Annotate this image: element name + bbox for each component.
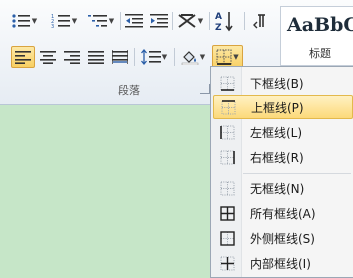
no-border-icon <box>220 181 234 195</box>
numbering-button[interactable]: 1 2 3 ▼ <box>46 10 82 32</box>
menu-item-label: 外侧框线(S) <box>250 231 315 246</box>
style-quick-normal[interactable]: AaBbC 标题 <box>280 6 353 66</box>
chinese-layout-icon <box>178 14 196 28</box>
decrease-indent-icon <box>125 14 143 28</box>
paint-bucket-icon <box>181 51 199 65</box>
separator <box>120 12 121 30</box>
align-left-icon <box>15 51 31 64</box>
align-right-icon <box>64 51 80 64</box>
menu-separator <box>243 173 351 174</box>
menu-item-top-border[interactable]: 上框线(P) <box>213 95 353 119</box>
align-center-icon <box>40 51 56 64</box>
dropdown-arrow-icon: ▼ <box>161 53 168 61</box>
menu-item-label: 内部框线(I) <box>250 256 311 271</box>
menu-item-label: 下框线(B) <box>250 76 304 91</box>
menu-item-left-border[interactable]: 左框线(L) <box>213 120 353 144</box>
menu-item-label: 左框线(L) <box>250 125 303 140</box>
distributed-icon <box>112 50 128 64</box>
multilevel-list-button[interactable]: ▼ <box>84 10 118 32</box>
increase-indent-button[interactable] <box>148 10 170 32</box>
numbered-list-icon: 1 2 3 <box>51 14 70 29</box>
menu-item-label: 无框线(N) <box>250 181 305 196</box>
sort-button[interactable]: A Z <box>213 8 237 34</box>
svg-text:Z: Z <box>215 23 222 32</box>
menu-item-bottom-border[interactable]: 下框线(B) <box>213 71 353 95</box>
paragraph-dialog-launcher[interactable] <box>200 84 210 94</box>
left-border-icon <box>219 125 234 139</box>
dropdown-arrow-icon: ▼ <box>197 17 204 25</box>
chinese-layout-button[interactable]: ▼ <box>175 10 205 32</box>
dropdown-arrow-icon: ▼ <box>108 17 115 25</box>
line-spacing-button[interactable]: ▼ <box>138 46 170 68</box>
multilevel-list-icon <box>87 15 107 27</box>
borders-dropdown-menu: 下框线(B) 上框线(P) 左框线(L) 右框线(R) 无框线(N) 所有框线(… <box>210 66 353 278</box>
top-border-icon <box>221 99 235 114</box>
paragraph-mark-icon <box>253 14 265 29</box>
bullet-list-icon <box>12 14 30 28</box>
separator <box>209 12 210 30</box>
distributed-button[interactable] <box>108 46 132 68</box>
line-spacing-icon <box>140 49 161 65</box>
right-border-icon <box>220 150 235 164</box>
justify-icon <box>88 51 104 64</box>
svg-text:3: 3 <box>51 24 54 29</box>
dropdown-arrow-icon: ▼ <box>71 17 78 25</box>
paragraph-group-label: 段落 <box>118 84 140 97</box>
menu-item-all-borders[interactable]: 所有框线(A) <box>213 201 353 225</box>
style-sample-text: AaBbC <box>287 14 353 36</box>
decrease-indent-button[interactable] <box>123 10 145 32</box>
dropdown-arrow-icon: ▼ <box>199 53 206 61</box>
justify-button[interactable] <box>84 46 108 68</box>
increase-indent-icon <box>150 14 168 28</box>
separator <box>172 12 173 30</box>
show-paragraph-marks-button[interactable] <box>249 10 271 32</box>
all-borders-icon <box>219 205 235 221</box>
inside-borders-icon <box>220 256 234 270</box>
bullets-button[interactable]: ▼ <box>6 10 42 32</box>
document-area[interactable] <box>0 105 210 278</box>
separator <box>174 48 175 66</box>
align-center-button[interactable] <box>36 46 60 68</box>
align-left-button[interactable] <box>11 46 35 68</box>
menu-item-outside-borders[interactable]: 外侧框线(S) <box>213 226 353 250</box>
bottom-border-icon <box>220 76 234 91</box>
menu-item-right-border[interactable]: 右框线(R) <box>213 145 353 169</box>
menu-item-label: 上框线(P) <box>251 100 304 115</box>
style-name-label: 标题 <box>309 47 331 60</box>
separator <box>244 12 245 30</box>
separator <box>134 48 135 66</box>
shading-button[interactable]: ▼ <box>178 46 208 68</box>
dropdown-arrow-icon: ▼ <box>31 17 38 25</box>
align-right-button[interactable] <box>60 46 84 68</box>
menu-item-label: 所有框线(A) <box>250 206 316 221</box>
svg-text:A: A <box>215 12 222 22</box>
sort-icon: A Z <box>215 12 233 32</box>
menu-item-no-border[interactable]: 无框线(N) <box>213 176 353 200</box>
menu-item-inside-borders[interactable]: 内部框线(I) <box>213 251 353 275</box>
outside-borders-icon <box>219 230 235 246</box>
menu-item-label: 右框线(R) <box>250 150 304 165</box>
border-grid-icon <box>216 49 232 65</box>
dropdown-arrow-icon: ▼ <box>233 53 239 61</box>
